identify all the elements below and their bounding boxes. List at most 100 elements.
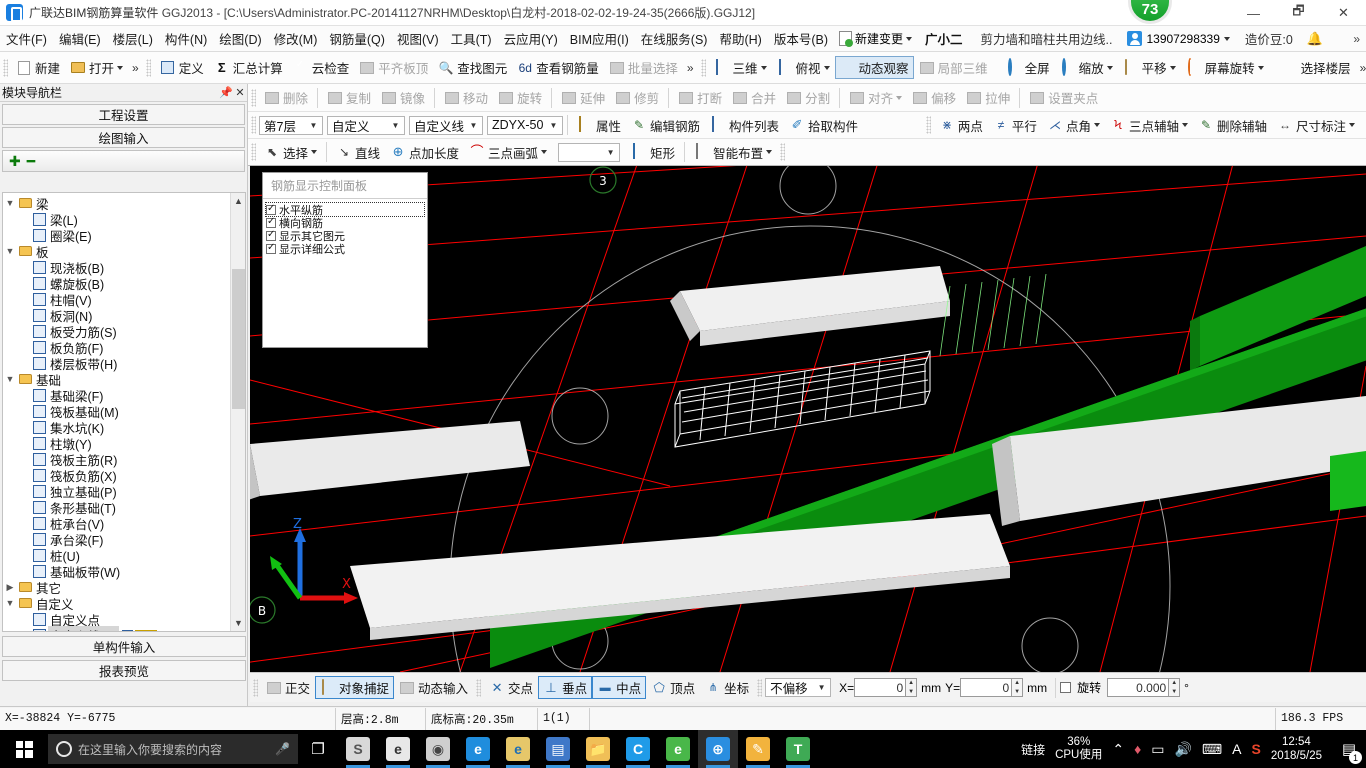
taskbar-app-ie-icon[interactable]: e bbox=[498, 730, 538, 768]
chevron-down-icon[interactable]: ▼ bbox=[3, 374, 17, 384]
coordinate-snap-toggle[interactable]: ⋔ 坐标 bbox=[700, 676, 754, 699]
top-view-button[interactable]: 俯视 bbox=[772, 56, 835, 79]
align-slab-top-button[interactable]: 平齐板顶 bbox=[354, 56, 433, 79]
menu-item-file[interactable]: 文件(F) bbox=[0, 26, 53, 51]
open-button[interactable]: 打开 bbox=[65, 56, 128, 79]
tree-node[interactable]: ▼ 自定义 bbox=[3, 595, 229, 612]
taskbar-app-360-icon[interactable]: C bbox=[618, 730, 658, 768]
toolbar-grip[interactable] bbox=[145, 58, 151, 77]
rectangle-tool-button[interactable]: 矩形 bbox=[626, 141, 680, 164]
find-element-button[interactable]: 🔍 查找图元 bbox=[433, 56, 512, 79]
menu-item-component[interactable]: 构件(N) bbox=[159, 26, 213, 51]
parallel-axis-button[interactable]: ≠ 平行 bbox=[988, 114, 1042, 137]
taskbar-app-gcl-icon[interactable]: T bbox=[778, 730, 818, 768]
drawing-input-button[interactable]: 绘图输入 bbox=[2, 127, 245, 148]
notification-center-button[interactable]: ▤ 1 bbox=[1336, 730, 1362, 768]
set-grip-button[interactable]: 设置夹点 bbox=[1024, 86, 1103, 109]
tree-node[interactable]: 螺旋板(B) bbox=[3, 275, 229, 292]
score-badge[interactable]: 73 bbox=[1128, 0, 1172, 24]
taskbar-app-spiral-icon[interactable]: ◉ bbox=[418, 730, 458, 768]
tree-node[interactable]: 楼层板带(H) bbox=[3, 355, 229, 372]
checkbox[interactable] bbox=[266, 216, 276, 228]
toolbar-grip[interactable] bbox=[251, 116, 256, 134]
menu-item-draw[interactable]: 绘图(D) bbox=[213, 26, 267, 51]
chevron-down-icon[interactable]: ▼ bbox=[3, 246, 17, 256]
checkbox[interactable] bbox=[266, 242, 276, 254]
remove-icon[interactable]: ━ bbox=[27, 153, 36, 170]
batch-select-button[interactable]: 批量选择 bbox=[604, 56, 683, 79]
toolbar-grip[interactable] bbox=[780, 143, 786, 161]
menubar-overflow-button[interactable]: » bbox=[1353, 32, 1360, 46]
menu-item-cloud[interactable]: 云应用(Y) bbox=[498, 26, 564, 51]
rebar-option-row[interactable]: 显示详细公式 bbox=[266, 242, 424, 256]
rebar-display-panel[interactable]: 钢筋显示控制面板 水平纵筋横向钢筋显示其它图元显示详细公式 bbox=[262, 172, 428, 348]
align-button[interactable]: 对齐 bbox=[844, 86, 907, 109]
stretch-button[interactable]: 拉伸 bbox=[961, 86, 1015, 109]
ortho-toggle[interactable]: 正交 bbox=[261, 676, 315, 699]
y-offset-input[interactable]: 0 bbox=[960, 678, 1013, 697]
toolbar-grip[interactable] bbox=[476, 678, 482, 697]
view-3d-button[interactable]: 三维 bbox=[709, 56, 772, 79]
three-point-axis-button[interactable]: Ϟ 三点辅轴 bbox=[1105, 114, 1193, 137]
point-angle-button[interactable]: ⋌ 点角 bbox=[1042, 114, 1105, 137]
toolbar-grip[interactable] bbox=[251, 143, 256, 161]
minimize-button[interactable]: — bbox=[1231, 0, 1276, 26]
orbit-button[interactable]: 动态观察 bbox=[834, 56, 914, 79]
tree-node[interactable]: 梁(L) bbox=[3, 211, 229, 228]
tree-node[interactable]: 桩承台(V) bbox=[3, 515, 229, 532]
intersection-snap-toggle[interactable]: ✕ 交点 bbox=[484, 676, 538, 699]
new-button[interactable]: 新建 bbox=[11, 56, 65, 79]
tree-node[interactable]: 板受力筋(S) bbox=[3, 323, 229, 340]
vertex-snap-toggle[interactable]: ⬠ 顶点 bbox=[646, 676, 700, 699]
x-offset-spinner[interactable]: ▲ ▼ bbox=[906, 678, 918, 697]
tree-node[interactable]: 柱帽(V) bbox=[3, 291, 229, 308]
sogou-tray-icon[interactable]: S bbox=[1251, 741, 1260, 757]
report-preview-button[interactable]: 报表预览 bbox=[2, 660, 246, 681]
coin-balance-label[interactable]: 造价豆:0 bbox=[1235, 27, 1303, 50]
tree-node[interactable]: ▼ 板 bbox=[3, 243, 229, 260]
extend-button[interactable]: 延伸 bbox=[556, 86, 610, 109]
menu-item-floor[interactable]: 楼层(L) bbox=[107, 26, 159, 51]
single-component-input-button[interactable]: 单构件输入 bbox=[2, 636, 246, 657]
taskbar-app-notepad-icon[interactable]: ▤ bbox=[538, 730, 578, 768]
rotate-field[interactable]: 0.000 ▲ ▼ bbox=[1107, 678, 1181, 697]
new-change-button[interactable]: 新建变更 bbox=[834, 28, 917, 49]
y-offset-field[interactable]: 0 ▲ ▼ bbox=[960, 678, 1024, 697]
smart-layout-button[interactable]: 智能布置 bbox=[689, 141, 777, 164]
tree-node[interactable]: 基础板带(W) bbox=[3, 563, 229, 580]
move-button[interactable]: 移动 bbox=[439, 86, 493, 109]
scroll-down-button[interactable]: ▼ bbox=[231, 615, 245, 631]
rotate-button[interactable]: 旋转 bbox=[493, 86, 547, 109]
merge-button[interactable]: 合并 bbox=[727, 86, 781, 109]
chevron-right-icon[interactable]: ▶ bbox=[3, 582, 17, 593]
add-icon[interactable]: ✚ bbox=[9, 153, 21, 170]
chevron-down-icon[interactable]: ▼ bbox=[3, 598, 17, 608]
rotate-checkbox[interactable] bbox=[1060, 682, 1072, 693]
tree-node[interactable]: 圈梁(E) bbox=[3, 227, 229, 244]
checkbox[interactable] bbox=[266, 229, 276, 241]
select-tool-button[interactable]: ⬉ 选择 bbox=[259, 141, 322, 164]
mirror-button[interactable]: 镜像 bbox=[376, 86, 430, 109]
tree-node[interactable]: ▼ 梁 bbox=[3, 195, 229, 212]
zoom-button[interactable]: 缩放 bbox=[1055, 56, 1118, 79]
task-view-button[interactable]: ❐ bbox=[298, 730, 338, 768]
screen-rotate-button[interactable]: 屏幕旋转 bbox=[1181, 56, 1269, 79]
keyboard-icon[interactable]: ⌨ bbox=[1202, 741, 1222, 758]
delete-button[interactable]: 删除 bbox=[259, 86, 313, 109]
chevron-down-icon[interactable]: ▼ bbox=[3, 198, 17, 208]
trim-button[interactable]: 修剪 bbox=[610, 86, 664, 109]
two-point-axis-button[interactable]: ⋇ 两点 bbox=[934, 114, 988, 137]
copy-button[interactable]: 复制 bbox=[322, 86, 376, 109]
microphone-icon[interactable]: 🎤 bbox=[275, 742, 290, 756]
summary-calc-button[interactable]: Σ 汇总计算 bbox=[209, 56, 288, 79]
toolbar-grip[interactable] bbox=[925, 116, 931, 134]
taskbar-app-ggj-icon[interactable]: ⊕ bbox=[698, 730, 738, 768]
toolbar-grip[interactable] bbox=[253, 678, 258, 697]
tree-scrollbar[interactable]: ▲ ▼ bbox=[230, 193, 245, 631]
category-select[interactable]: 自定义 ▼ bbox=[327, 115, 405, 135]
chevron-up-icon[interactable]: ⌃ bbox=[1112, 741, 1124, 758]
tree-node[interactable]: 筏板基础(M) bbox=[3, 403, 229, 420]
toolbar-overflow-2[interactable]: » bbox=[683, 61, 698, 75]
point-length-button[interactable]: ⊕ 点加长度 bbox=[385, 141, 464, 164]
account-phone-button[interactable]: 13907298339 bbox=[1122, 29, 1234, 48]
